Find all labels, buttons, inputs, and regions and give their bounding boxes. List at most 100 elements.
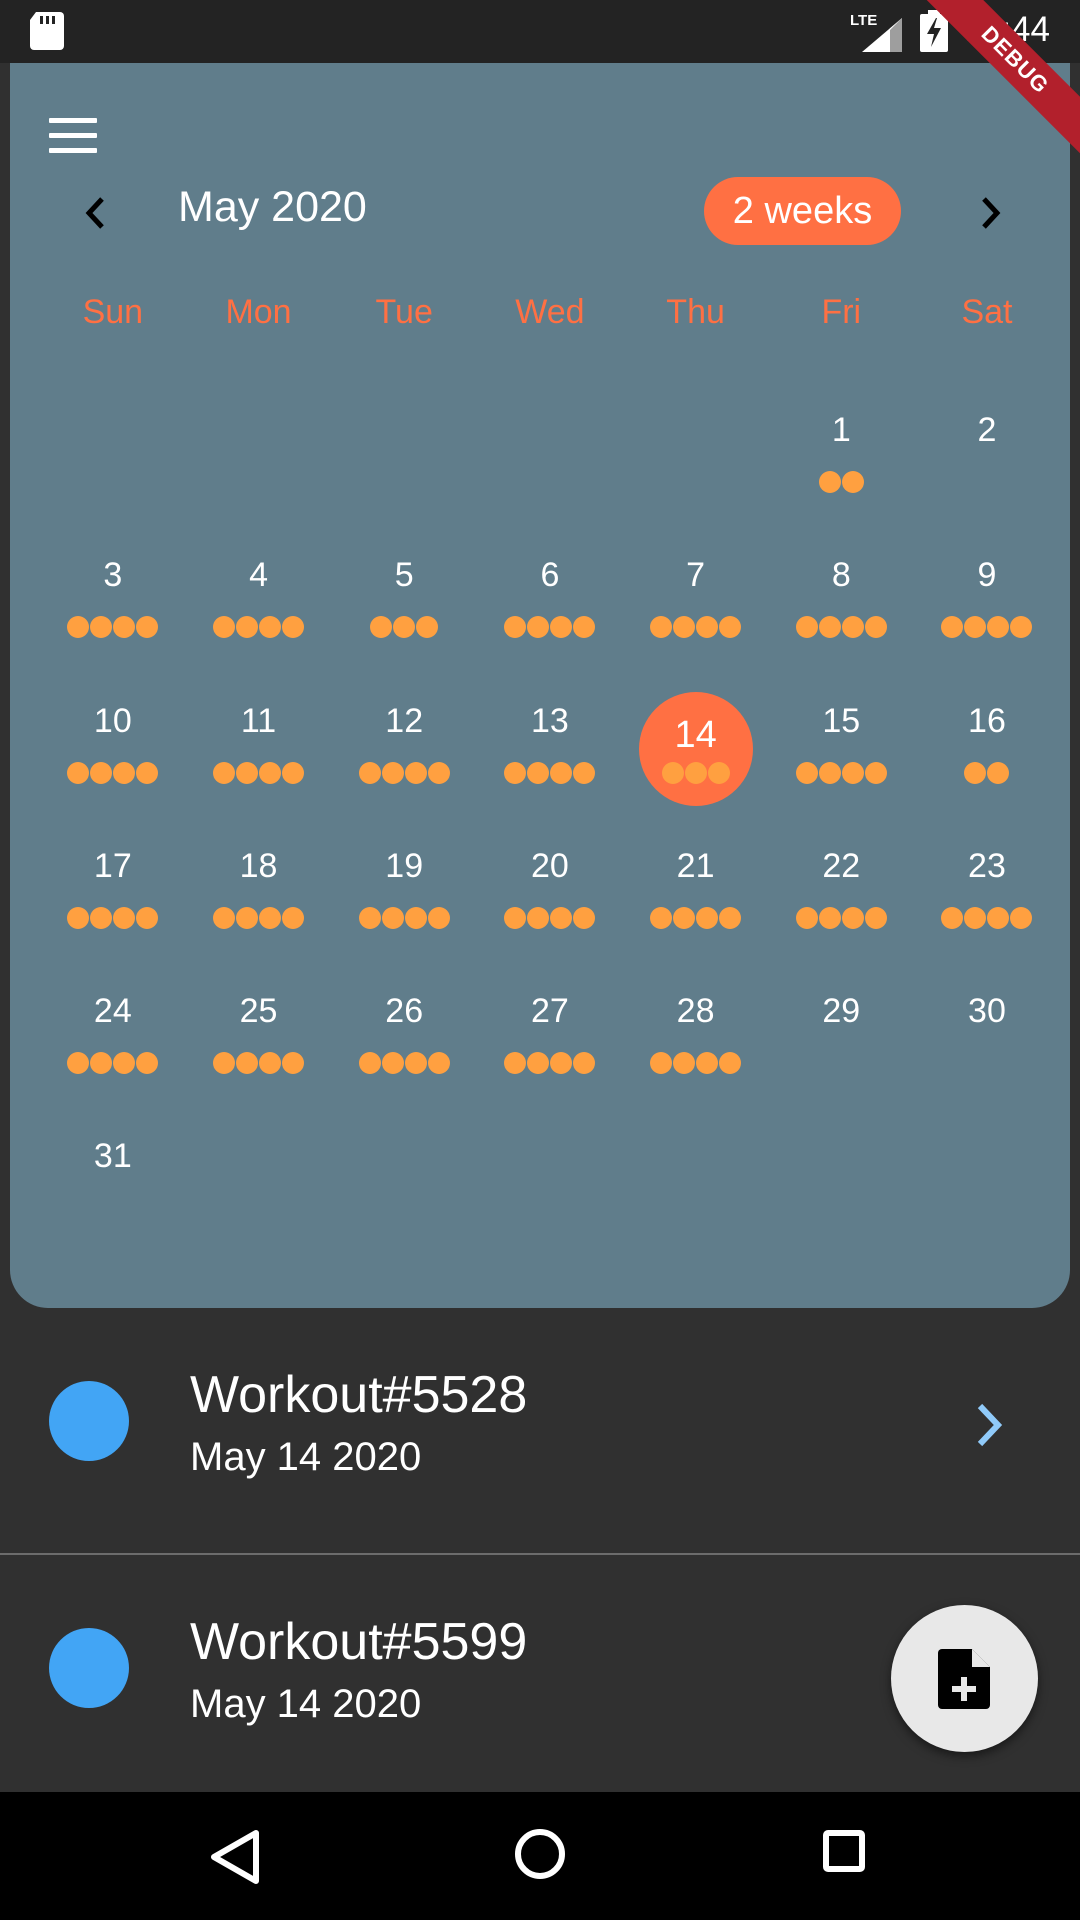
- day-number: 20: [530, 846, 569, 885]
- calendar-day[interactable]: 31: [40, 1112, 186, 1257]
- calendar-empty-cell: [186, 386, 332, 531]
- event-marker-dot: [818, 616, 841, 639]
- day-number: 26: [385, 992, 424, 1031]
- event-avatar: [49, 1628, 129, 1708]
- calendar-day[interactable]: 12: [331, 677, 477, 822]
- event-marker-dot: [673, 616, 696, 639]
- event-marker-dot: [527, 761, 550, 784]
- calendar-day[interactable]: 14: [623, 677, 769, 822]
- calendar-day[interactable]: 23: [914, 822, 1060, 967]
- event-markers: [768, 616, 914, 639]
- calendar-day[interactable]: 16: [914, 677, 1060, 822]
- calendar-format-button[interactable]: 2 weeks: [704, 177, 901, 245]
- calendar-day[interactable]: 2: [914, 386, 1060, 531]
- chevron-right-icon[interactable]: [976, 193, 1006, 233]
- event-marker-dot: [136, 616, 159, 639]
- event-marker-dot: [213, 761, 236, 784]
- event-marker-dot: [213, 616, 236, 639]
- event-marker-dot: [841, 761, 864, 784]
- event-marker-dot: [795, 906, 818, 929]
- event-marker-dot: [259, 906, 282, 929]
- event-list-item[interactable]: Workout#5528 May 14 2020: [0, 1308, 1080, 1555]
- calendar-day[interactable]: 20: [477, 822, 623, 967]
- calendar-day[interactable]: 7: [623, 531, 769, 676]
- calendar-day[interactable]: 1: [768, 386, 914, 531]
- calendar-day[interactable]: 6: [477, 531, 623, 676]
- menu-icon[interactable]: [49, 118, 99, 154]
- day-number: 30: [968, 992, 1006, 1031]
- event-marker-dot: [427, 761, 450, 784]
- event-marker-dot: [282, 906, 305, 929]
- calendar-day[interactable]: 4: [186, 531, 332, 676]
- day-number: 7: [686, 556, 706, 595]
- event-marker-dot: [67, 1052, 90, 1075]
- calendar-day[interactable]: 13: [477, 677, 623, 822]
- event-marker-dot: [987, 616, 1010, 639]
- calendar-day[interactable]: 10: [40, 677, 186, 822]
- calendar-day[interactable]: 19: [331, 822, 477, 967]
- calendar-day[interactable]: 21: [623, 822, 769, 967]
- event-marker-dot: [90, 761, 113, 784]
- event-marker-dot: [504, 761, 527, 784]
- recents-icon[interactable]: [822, 1829, 866, 1873]
- chevron-right-icon[interactable]: [972, 1400, 1006, 1450]
- calendar-days-grid: 1 2 3 4 5 6 7 8 9 10 11 12 13 14 15 16 17 18 19 20 21 22 23 24 2…: [40, 386, 1060, 1258]
- calendar-day[interactable]: 28: [623, 967, 769, 1112]
- calendar-day[interactable]: 27: [477, 967, 623, 1112]
- event-marker-dot: [673, 906, 696, 929]
- event-markers: [623, 906, 769, 929]
- event-marker-dot: [358, 1052, 381, 1075]
- event-markers: [40, 616, 186, 639]
- calendar-day[interactable]: 30: [914, 967, 1060, 1112]
- event-marker-dot: [358, 761, 381, 784]
- event-marker-dot: [573, 761, 596, 784]
- event-markers: [623, 616, 769, 639]
- home-icon[interactable]: [514, 1828, 566, 1880]
- day-number: 28: [676, 992, 715, 1031]
- event-marker-dot: [416, 616, 439, 639]
- calendar-day[interactable]: 26: [331, 967, 477, 1112]
- event-marker-dot: [90, 616, 113, 639]
- event-marker-dot: [90, 906, 113, 929]
- event-marker-dot: [964, 616, 987, 639]
- calendar-day[interactable]: 9: [914, 531, 1060, 676]
- weekday-label: Thu: [666, 293, 725, 331]
- weekday-label: Sat: [961, 293, 1013, 331]
- day-number: 3: [103, 556, 123, 595]
- day-number: 29: [822, 992, 861, 1031]
- event-marker-dot: [527, 1052, 550, 1075]
- calendar-day[interactable]: 18: [186, 822, 332, 967]
- event-marker-dot: [259, 761, 282, 784]
- day-number: 16: [968, 701, 1006, 740]
- system-nav-bar: [0, 1792, 1080, 1920]
- calendar-day[interactable]: 29: [768, 967, 914, 1112]
- add-workout-fab[interactable]: [891, 1605, 1038, 1752]
- event-marker-dot: [550, 1052, 573, 1075]
- calendar-day[interactable]: 17: [40, 822, 186, 967]
- event-marker-dot: [696, 1052, 719, 1075]
- calendar-day[interactable]: 11: [186, 677, 332, 822]
- weekday-label: Fri: [821, 293, 862, 331]
- event-marker-dot: [864, 906, 887, 929]
- event-marker-dot: [136, 1052, 159, 1075]
- day-number: 2: [977, 411, 997, 449]
- calendar-day[interactable]: 8: [768, 531, 914, 676]
- calendar-day[interactable]: 22: [768, 822, 914, 967]
- calendar-day[interactable]: 5: [331, 531, 477, 676]
- lte-signal-icon: LTE: [850, 12, 902, 52]
- event-marker-dot: [987, 906, 1010, 929]
- event-marker-dot: [573, 906, 596, 929]
- event-markers: [914, 906, 1060, 929]
- chevron-left-icon[interactable]: [80, 193, 110, 233]
- calendar-day[interactable]: 3: [40, 531, 186, 676]
- calendar-day[interactable]: 25: [186, 967, 332, 1112]
- event-marker-dot: [404, 906, 427, 929]
- calendar-day[interactable]: 15: [768, 677, 914, 822]
- calendar-day[interactable]: 24: [40, 967, 186, 1112]
- event-marker-dot: [90, 1052, 113, 1075]
- back-icon[interactable]: [208, 1828, 262, 1886]
- event-marker-dot: [358, 906, 381, 929]
- event-marker-dot: [795, 761, 818, 784]
- weekday-label: Mon: [225, 293, 292, 331]
- event-marker-dot: [136, 761, 159, 784]
